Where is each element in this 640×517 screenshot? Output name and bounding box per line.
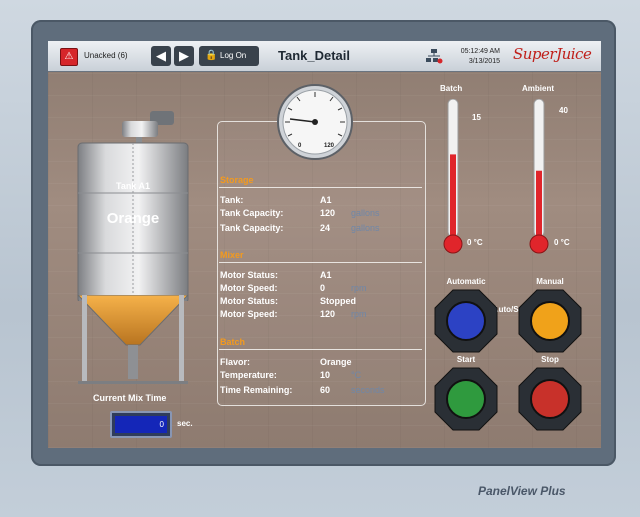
batch-row-label: Flavor:: [220, 357, 251, 367]
start-button[interactable]: [434, 367, 498, 431]
forward-arrow-button[interactable]: ▶: [174, 46, 194, 66]
mixer-row-label: Motor Status:: [220, 296, 278, 306]
automatic-button[interactable]: [434, 289, 498, 353]
storage-row-value: 24: [320, 223, 331, 233]
network-status-icon[interactable]: [425, 48, 443, 64]
manual-button[interactable]: [518, 289, 582, 353]
unacked-alarms-label[interactable]: Unacked (6): [84, 51, 128, 60]
gauge-max-label: 120: [324, 143, 335, 149]
log-on-label: Log On: [220, 51, 247, 60]
back-arrow-button[interactable]: ◀: [151, 46, 171, 66]
mixer-row-unit: rpm: [351, 309, 367, 319]
ambient-thermometer-min: 0 °C: [554, 238, 570, 247]
start-button-label: Start: [456, 355, 476, 364]
storage-row-value: A1: [320, 195, 332, 205]
storage-row-value: 120: [320, 208, 336, 218]
batch-divider: [219, 349, 422, 350]
ambient-thermometer-max: 40: [559, 106, 568, 115]
storage-section-title: Storage: [220, 175, 254, 185]
batch-row-label: Temperature:: [220, 370, 277, 380]
stop-button-label: Stop: [541, 355, 559, 364]
batch-section-title: Batch: [220, 337, 246, 347]
tank-name-label: Tank A1: [116, 181, 150, 191]
hmi-screen: ⚠ Unacked (6) ◀ ▶ 🔒 Log On Tank_Detail 0…: [48, 41, 601, 448]
tank-cone: [77, 295, 189, 384]
arrow-right-icon: ▶: [179, 48, 189, 63]
ambient-thermometer-label: Ambient: [522, 84, 554, 93]
screen-title: Tank_Detail: [278, 48, 351, 63]
mixer-divider: [219, 262, 422, 263]
super-juice-logo: SuperJuice: [513, 45, 592, 63]
batch-thermometer-label: Batch: [440, 84, 463, 93]
clock-display: 05:12:49 AM 3/13/2015: [458, 47, 500, 67]
batch-thermometer-min: 0 °C: [467, 238, 483, 247]
batch-thermometer-max: 15: [472, 113, 481, 122]
storage-divider: [219, 187, 422, 188]
mixer-row-label: Motor Speed:: [220, 283, 278, 293]
mix-time-unit: sec.: [177, 419, 193, 428]
clock-time: 05:12:49 AM: [460, 48, 500, 55]
storage-row-label: Tank:: [220, 195, 244, 205]
mix-time-display[interactable]: 0: [110, 411, 172, 438]
tank-contents-label: Orange: [107, 210, 160, 227]
lock-icon: 🔒: [205, 50, 218, 61]
panelview-plus-brand: PanelView Plus: [478, 484, 566, 498]
storage-row-unit: gallons: [351, 208, 380, 218]
mixer-row-value: 0: [320, 283, 326, 293]
batch-thermometer: [443, 99, 463, 254]
pressure-gauge: 0 120: [277, 84, 353, 160]
mixer-row-value: 120: [320, 309, 336, 319]
mixer-row-value: Stopped: [320, 296, 356, 306]
batch-row-unit: seconds: [351, 385, 385, 395]
mixer-row-label: Motor Speed:: [220, 309, 278, 319]
tank-illustration: Tank A1 Orange: [77, 111, 189, 301]
arrow-left-icon: ◀: [156, 48, 166, 63]
storage-row-label: Tank Capacity:: [220, 223, 284, 233]
batch-row-label: Time Remaining:: [220, 385, 293, 395]
batch-row-unit: °C: [351, 370, 362, 380]
storage-row-label: Tank Capacity:: [220, 208, 284, 218]
automatic-button-label: Automatic: [446, 277, 486, 286]
ambient-thermometer: [529, 99, 549, 254]
manual-button-label: Manual: [536, 277, 564, 286]
batch-row-value: 10: [320, 370, 331, 380]
mix-time-value: 0: [115, 416, 167, 433]
mixer-row-label: Motor Status:: [220, 270, 278, 280]
mixer-row-unit: rpm: [351, 283, 367, 293]
batch-row-value: Orange: [320, 357, 352, 367]
mixer-row-value: A1: [320, 270, 332, 280]
current-mix-time-label: Current Mix Time: [93, 393, 167, 403]
top-bar: ⚠ Unacked (6) ◀ ▶ 🔒 Log On Tank_Detail 0…: [48, 41, 601, 72]
batch-row-value: 60: [320, 385, 331, 395]
stop-button[interactable]: [518, 367, 582, 431]
alarm-bell-icon[interactable]: ⚠: [60, 48, 78, 66]
mixer-section-title: Mixer: [220, 250, 244, 260]
clock-date: 3/13/2015: [468, 58, 500, 65]
storage-row-unit: gallons: [351, 223, 380, 233]
log-on-button[interactable]: 🔒 Log On: [199, 46, 259, 66]
